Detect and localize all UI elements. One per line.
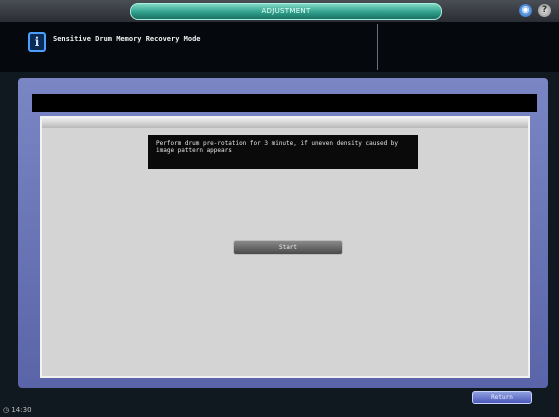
content-panel: Perform drum pre-rotation for 3 minute, … bbox=[40, 116, 530, 378]
clock-icon: ◷ bbox=[3, 406, 10, 414]
return-button[interactable]: Return bbox=[472, 391, 532, 404]
instruction-message: Perform drum pre-rotation for 3 minute, … bbox=[148, 135, 418, 169]
help-icon[interactable]: ? bbox=[538, 4, 551, 17]
header-info-area: i Sensitive Drum Memory Recovery Mode bbox=[0, 22, 559, 72]
settings-globe-icon[interactable]: ◉ bbox=[519, 4, 532, 17]
clock-time: 14:30 bbox=[11, 406, 32, 414]
top-status-bar: ADJUSTMENT ◉ ? bbox=[0, 0, 559, 22]
mode-indicator: ADJUSTMENT bbox=[130, 3, 442, 20]
info-icon: i bbox=[28, 32, 46, 52]
frame-title-bar bbox=[32, 94, 537, 112]
page-title: Sensitive Drum Memory Recovery Mode bbox=[53, 35, 201, 43]
main-frame: Perform drum pre-rotation for 3 minute, … bbox=[18, 78, 548, 388]
start-button[interactable]: Start bbox=[233, 240, 343, 255]
clock-display: ◷ 14:30 bbox=[3, 406, 32, 414]
header-divider bbox=[377, 24, 378, 70]
panel-header-strip bbox=[42, 118, 528, 128]
